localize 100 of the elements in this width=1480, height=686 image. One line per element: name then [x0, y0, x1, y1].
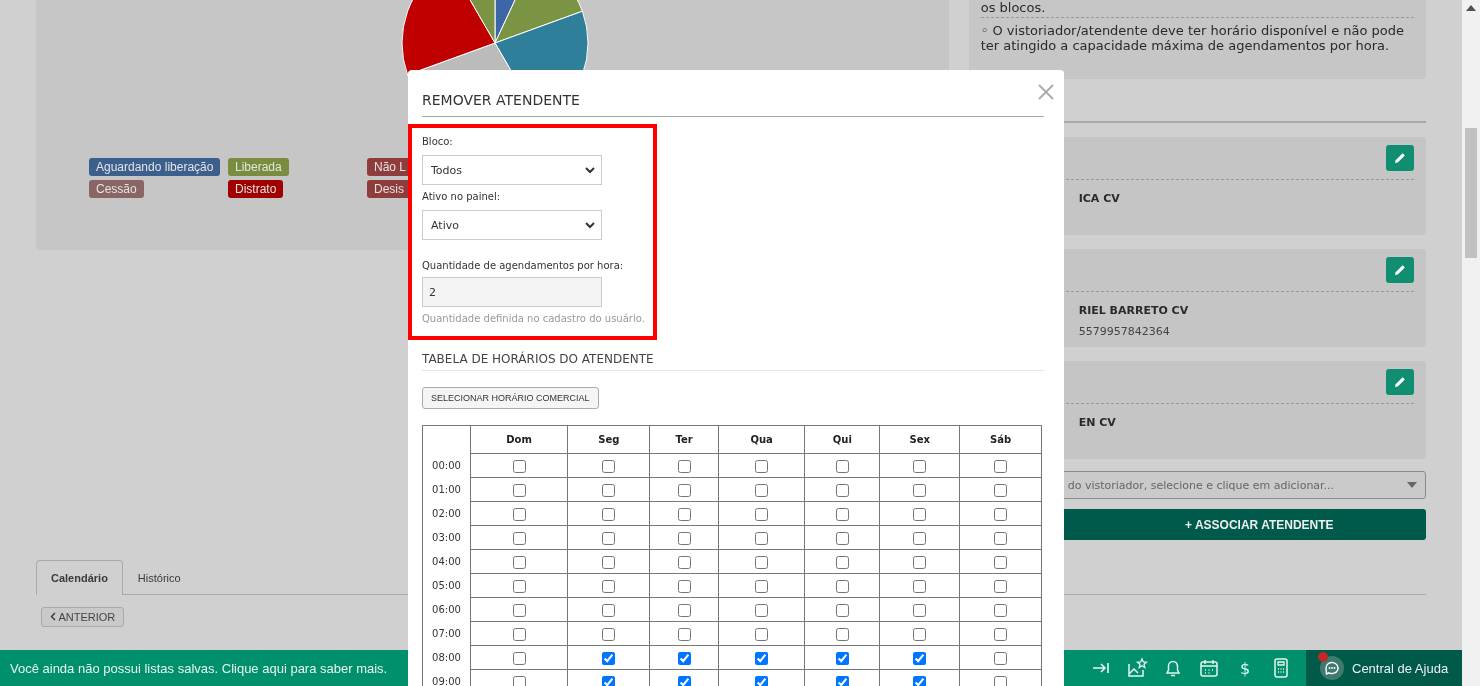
select-field[interactable]: Todos — [422, 155, 602, 185]
edit-button[interactable] — [1386, 257, 1414, 283]
checkbox[interactable] — [677, 532, 691, 545]
checkbox[interactable] — [913, 580, 927, 593]
checkbox[interactable] — [512, 532, 526, 545]
checkbox[interactable] — [835, 508, 849, 521]
checkbox[interactable] — [913, 556, 927, 569]
checkbox[interactable] — [913, 676, 927, 686]
field-label: Quantidade de agendamentos por hora: — [422, 260, 625, 271]
checkbox[interactable] — [994, 556, 1007, 569]
checkbox[interactable] — [994, 604, 1007, 617]
help-center-button[interactable]: Central de Ajuda — [1306, 650, 1462, 686]
checkbox[interactable] — [835, 628, 849, 641]
attendant-phone: 5579957842364 — [1078, 325, 1170, 338]
tab[interactable]: Calendário — [36, 560, 123, 595]
checkbox[interactable] — [913, 652, 927, 665]
day-header: Dom — [470, 425, 568, 454]
select-field[interactable]: Ativo — [422, 210, 602, 240]
scrollbar[interactable] — [1462, 0, 1480, 686]
checkbox[interactable] — [602, 460, 616, 473]
checkbox[interactable] — [677, 580, 691, 593]
checkbox[interactable] — [602, 508, 616, 521]
checkbox[interactable] — [602, 676, 616, 686]
checkbox[interactable] — [913, 484, 927, 497]
checkbox[interactable] — [512, 508, 526, 521]
input-field[interactable]: 2 — [422, 277, 602, 307]
checkbox[interactable] — [994, 460, 1007, 473]
checkbox[interactable] — [512, 604, 526, 617]
checkbox[interactable] — [512, 460, 526, 473]
scrollbar-thumb[interactable] — [1465, 128, 1477, 258]
currency-button[interactable]: $ — [1234, 658, 1256, 678]
checkbox[interactable] — [755, 532, 769, 545]
day-header: Ter — [649, 425, 719, 454]
checkbox[interactable] — [602, 580, 616, 593]
checkbox[interactable] — [835, 532, 849, 545]
day-header: Qua — [718, 425, 805, 454]
checkbox[interactable] — [835, 484, 849, 497]
chevron-left-icon — [50, 612, 56, 621]
checkbox[interactable] — [913, 460, 927, 473]
checkbox[interactable] — [994, 532, 1007, 545]
time-label: 08:00 — [422, 645, 471, 670]
checkbox[interactable] — [994, 484, 1007, 497]
pencil-icon — [1393, 151, 1407, 165]
scroll-up-icon[interactable] — [1466, 4, 1476, 12]
previous-button[interactable]: ANTERIOR — [41, 607, 125, 627]
checkbox[interactable] — [677, 652, 691, 665]
image-star-icon[interactable] — [1126, 657, 1148, 679]
checkbox[interactable] — [602, 604, 616, 617]
checkbox[interactable] — [835, 580, 849, 593]
checkbox[interactable] — [994, 508, 1007, 521]
checkbox[interactable] — [755, 676, 769, 686]
checkbox[interactable] — [835, 652, 849, 665]
checkbox[interactable] — [755, 604, 769, 617]
checkbox[interactable] — [602, 652, 616, 665]
checkbox[interactable] — [677, 628, 691, 641]
checkbox[interactable] — [512, 676, 526, 686]
checkbox[interactable] — [755, 556, 769, 569]
checkbox[interactable] — [677, 676, 691, 686]
checkbox[interactable] — [994, 652, 1007, 665]
checkbox[interactable] — [677, 556, 691, 569]
checkbox[interactable] — [994, 628, 1007, 641]
checkbox[interactable] — [602, 532, 616, 545]
checkbox[interactable] — [512, 580, 526, 593]
checkbox[interactable] — [913, 532, 927, 545]
legend-badge: Cessão — [89, 180, 144, 198]
checkbox[interactable] — [602, 556, 616, 569]
tab[interactable]: Histórico — [122, 560, 196, 595]
checkbox[interactable] — [512, 484, 526, 497]
close-icon[interactable] — [1038, 84, 1054, 100]
checkbox[interactable] — [755, 580, 769, 593]
section-title: TABELA DE HORÁRIOS DO ATENDENTE — [422, 352, 1044, 371]
checkbox[interactable] — [512, 556, 526, 569]
time-label: 09:00 — [422, 669, 471, 686]
checkbox[interactable] — [755, 628, 769, 641]
checkbox[interactable] — [835, 556, 849, 569]
business-hours-button[interactable]: SELECIONAR HORÁRIO COMERCIAL — [422, 387, 599, 409]
edit-button[interactable] — [1386, 145, 1414, 171]
checkbox[interactable] — [994, 676, 1007, 686]
checkbox[interactable] — [602, 628, 616, 641]
checkbox[interactable] — [755, 652, 769, 665]
checkbox[interactable] — [835, 604, 849, 617]
edit-button[interactable] — [1386, 369, 1414, 395]
checkbox[interactable] — [602, 484, 616, 497]
checkbox[interactable] — [835, 460, 849, 473]
checkbox[interactable] — [755, 484, 769, 497]
checkbox[interactable] — [913, 628, 927, 641]
checkbox[interactable] — [512, 652, 526, 665]
day-header: Sáb — [959, 425, 1042, 454]
checkbox[interactable] — [835, 676, 849, 686]
checkbox[interactable] — [677, 460, 691, 473]
checkbox[interactable] — [755, 460, 769, 473]
checkbox[interactable] — [913, 508, 927, 521]
checkbox[interactable] — [994, 580, 1007, 593]
checkbox[interactable] — [677, 508, 691, 521]
checkbox[interactable] — [512, 628, 526, 641]
calendar-icon[interactable] — [1198, 657, 1220, 679]
checkbox[interactable] — [677, 604, 691, 617]
checkbox[interactable] — [755, 508, 769, 521]
checkbox[interactable] — [677, 484, 691, 497]
checkbox[interactable] — [913, 604, 927, 617]
